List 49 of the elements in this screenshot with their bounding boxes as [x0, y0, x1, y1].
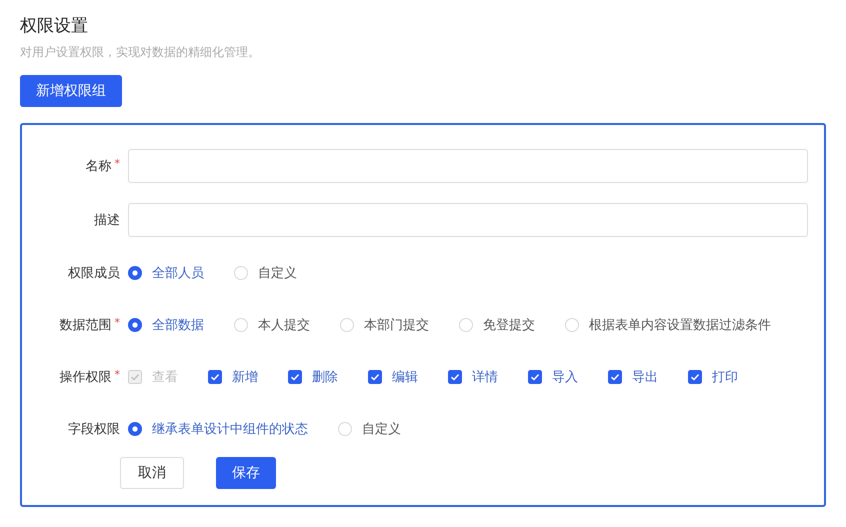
radio-button[interactable] — [459, 318, 473, 332]
checkbox[interactable] — [448, 370, 462, 384]
field-label: 描述 — [94, 212, 120, 229]
option-label: 全部人员 — [152, 265, 204, 282]
option-label: 新增 — [232, 369, 258, 386]
page-title: 权限设置 — [20, 15, 89, 38]
field-label: 数据范围 — [60, 317, 112, 334]
option-label: 本人提交 — [258, 317, 310, 334]
checkbox[interactable] — [528, 370, 542, 384]
checkbox[interactable] — [208, 370, 222, 384]
radio-button[interactable] — [234, 318, 248, 332]
radio-button[interactable] — [234, 266, 248, 280]
option-label: 详情 — [472, 369, 498, 386]
checkbox[interactable] — [288, 370, 302, 384]
option-label: 全部数据 — [152, 317, 204, 334]
option-label: 自定义 — [258, 265, 297, 282]
text-field[interactable] — [128, 149, 808, 183]
save-button[interactable]: 保存 — [216, 457, 276, 489]
radio-button[interactable] — [128, 266, 142, 280]
option-label: 自定义 — [362, 421, 401, 438]
radio-button[interactable] — [338, 422, 352, 436]
option-label: 导入 — [552, 369, 578, 386]
checkbox[interactable] — [608, 370, 622, 384]
required-mark: * — [114, 157, 120, 172]
cancel-button[interactable]: 取消 — [120, 457, 184, 489]
checkbox[interactable] — [368, 370, 382, 384]
field-label: 权限成员 — [68, 265, 120, 282]
required-mark: * — [114, 316, 120, 331]
option-label: 根据表单内容设置数据过滤条件 — [589, 317, 771, 334]
page-subtitle: 对用户设置权限，实现对数据的精细化管理。 — [20, 44, 261, 61]
option-label: 继承表单设计中组件的状态 — [152, 421, 308, 438]
option-label: 删除 — [312, 369, 338, 386]
option-label: 免登提交 — [483, 317, 535, 334]
radio-button[interactable] — [340, 318, 354, 332]
field-label: 操作权限 — [60, 369, 112, 386]
field-label: 字段权限 — [68, 421, 120, 438]
option-label: 本部门提交 — [364, 317, 429, 334]
add-group-button[interactable]: 新增权限组 — [20, 75, 122, 107]
option-label: 编辑 — [392, 369, 418, 386]
checkbox[interactable] — [688, 370, 702, 384]
required-mark: * — [114, 368, 120, 383]
option-label: 查看 — [152, 369, 178, 386]
text-field[interactable] — [128, 203, 808, 237]
option-label: 导出 — [632, 369, 658, 386]
radio-button[interactable] — [128, 422, 142, 436]
radio-button[interactable] — [128, 318, 142, 332]
field-label: 名称 — [86, 158, 112, 175]
option-label: 打印 — [712, 369, 738, 386]
radio-button[interactable] — [565, 318, 579, 332]
